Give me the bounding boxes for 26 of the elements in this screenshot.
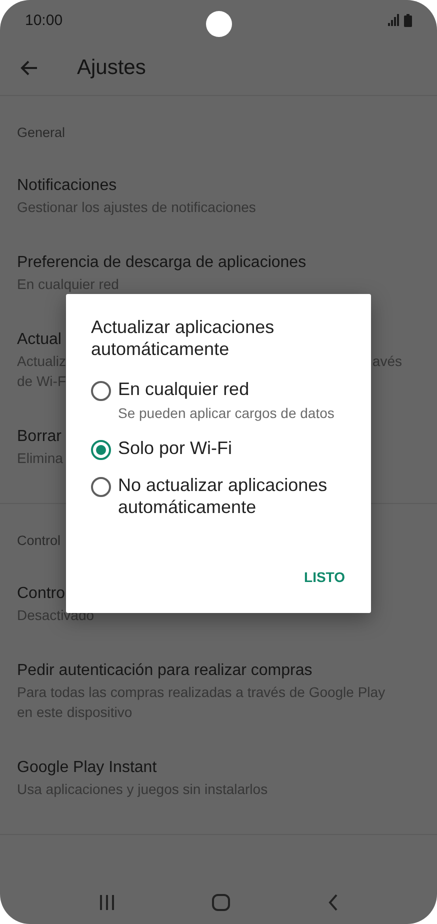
battery-icon	[404, 14, 412, 26]
dialog-title: Actualizar aplicaciones automáticamente	[91, 316, 276, 360]
radio-button[interactable]	[91, 440, 111, 460]
option-label[interactable]: En cualquier red	[118, 378, 334, 400]
recent-apps-icon[interactable]	[98, 894, 115, 910]
status-time: 10:00	[25, 12, 63, 28]
setting-title[interactable]: Notificaciones	[17, 177, 117, 194]
back-icon[interactable]	[328, 894, 338, 910]
setting-title[interactable]: Contro	[17, 585, 66, 602]
signal-icon	[388, 14, 400, 26]
radio-button[interactable]	[91, 477, 111, 497]
home-icon[interactable]	[212, 894, 230, 910]
setting-title[interactable]: Pedir autenticación para realizar compras	[17, 662, 312, 679]
setting-title[interactable]: Actual	[17, 331, 62, 348]
camera-cutout	[206, 11, 232, 37]
section-header: Control	[17, 533, 61, 548]
section-header: General	[17, 125, 66, 140]
setting-title[interactable]: Preferencia de descarga de aplicaciones	[17, 254, 306, 271]
option-label[interactable]: Solo por Wi-Fi	[118, 437, 232, 459]
setting-title[interactable]: Google Play Instant	[17, 759, 157, 776]
done-button[interactable]: LISTO	[304, 563, 345, 591]
page-title: Ajustes	[77, 56, 146, 80]
option-label[interactable]: No actualizar aplicaciones automáticamente	[118, 474, 345, 518]
radio-button[interactable]	[91, 381, 111, 401]
setting-title[interactable]: Borrar	[17, 428, 62, 445]
option-description: Se pueden aplicar cargos de datos	[118, 404, 334, 423]
